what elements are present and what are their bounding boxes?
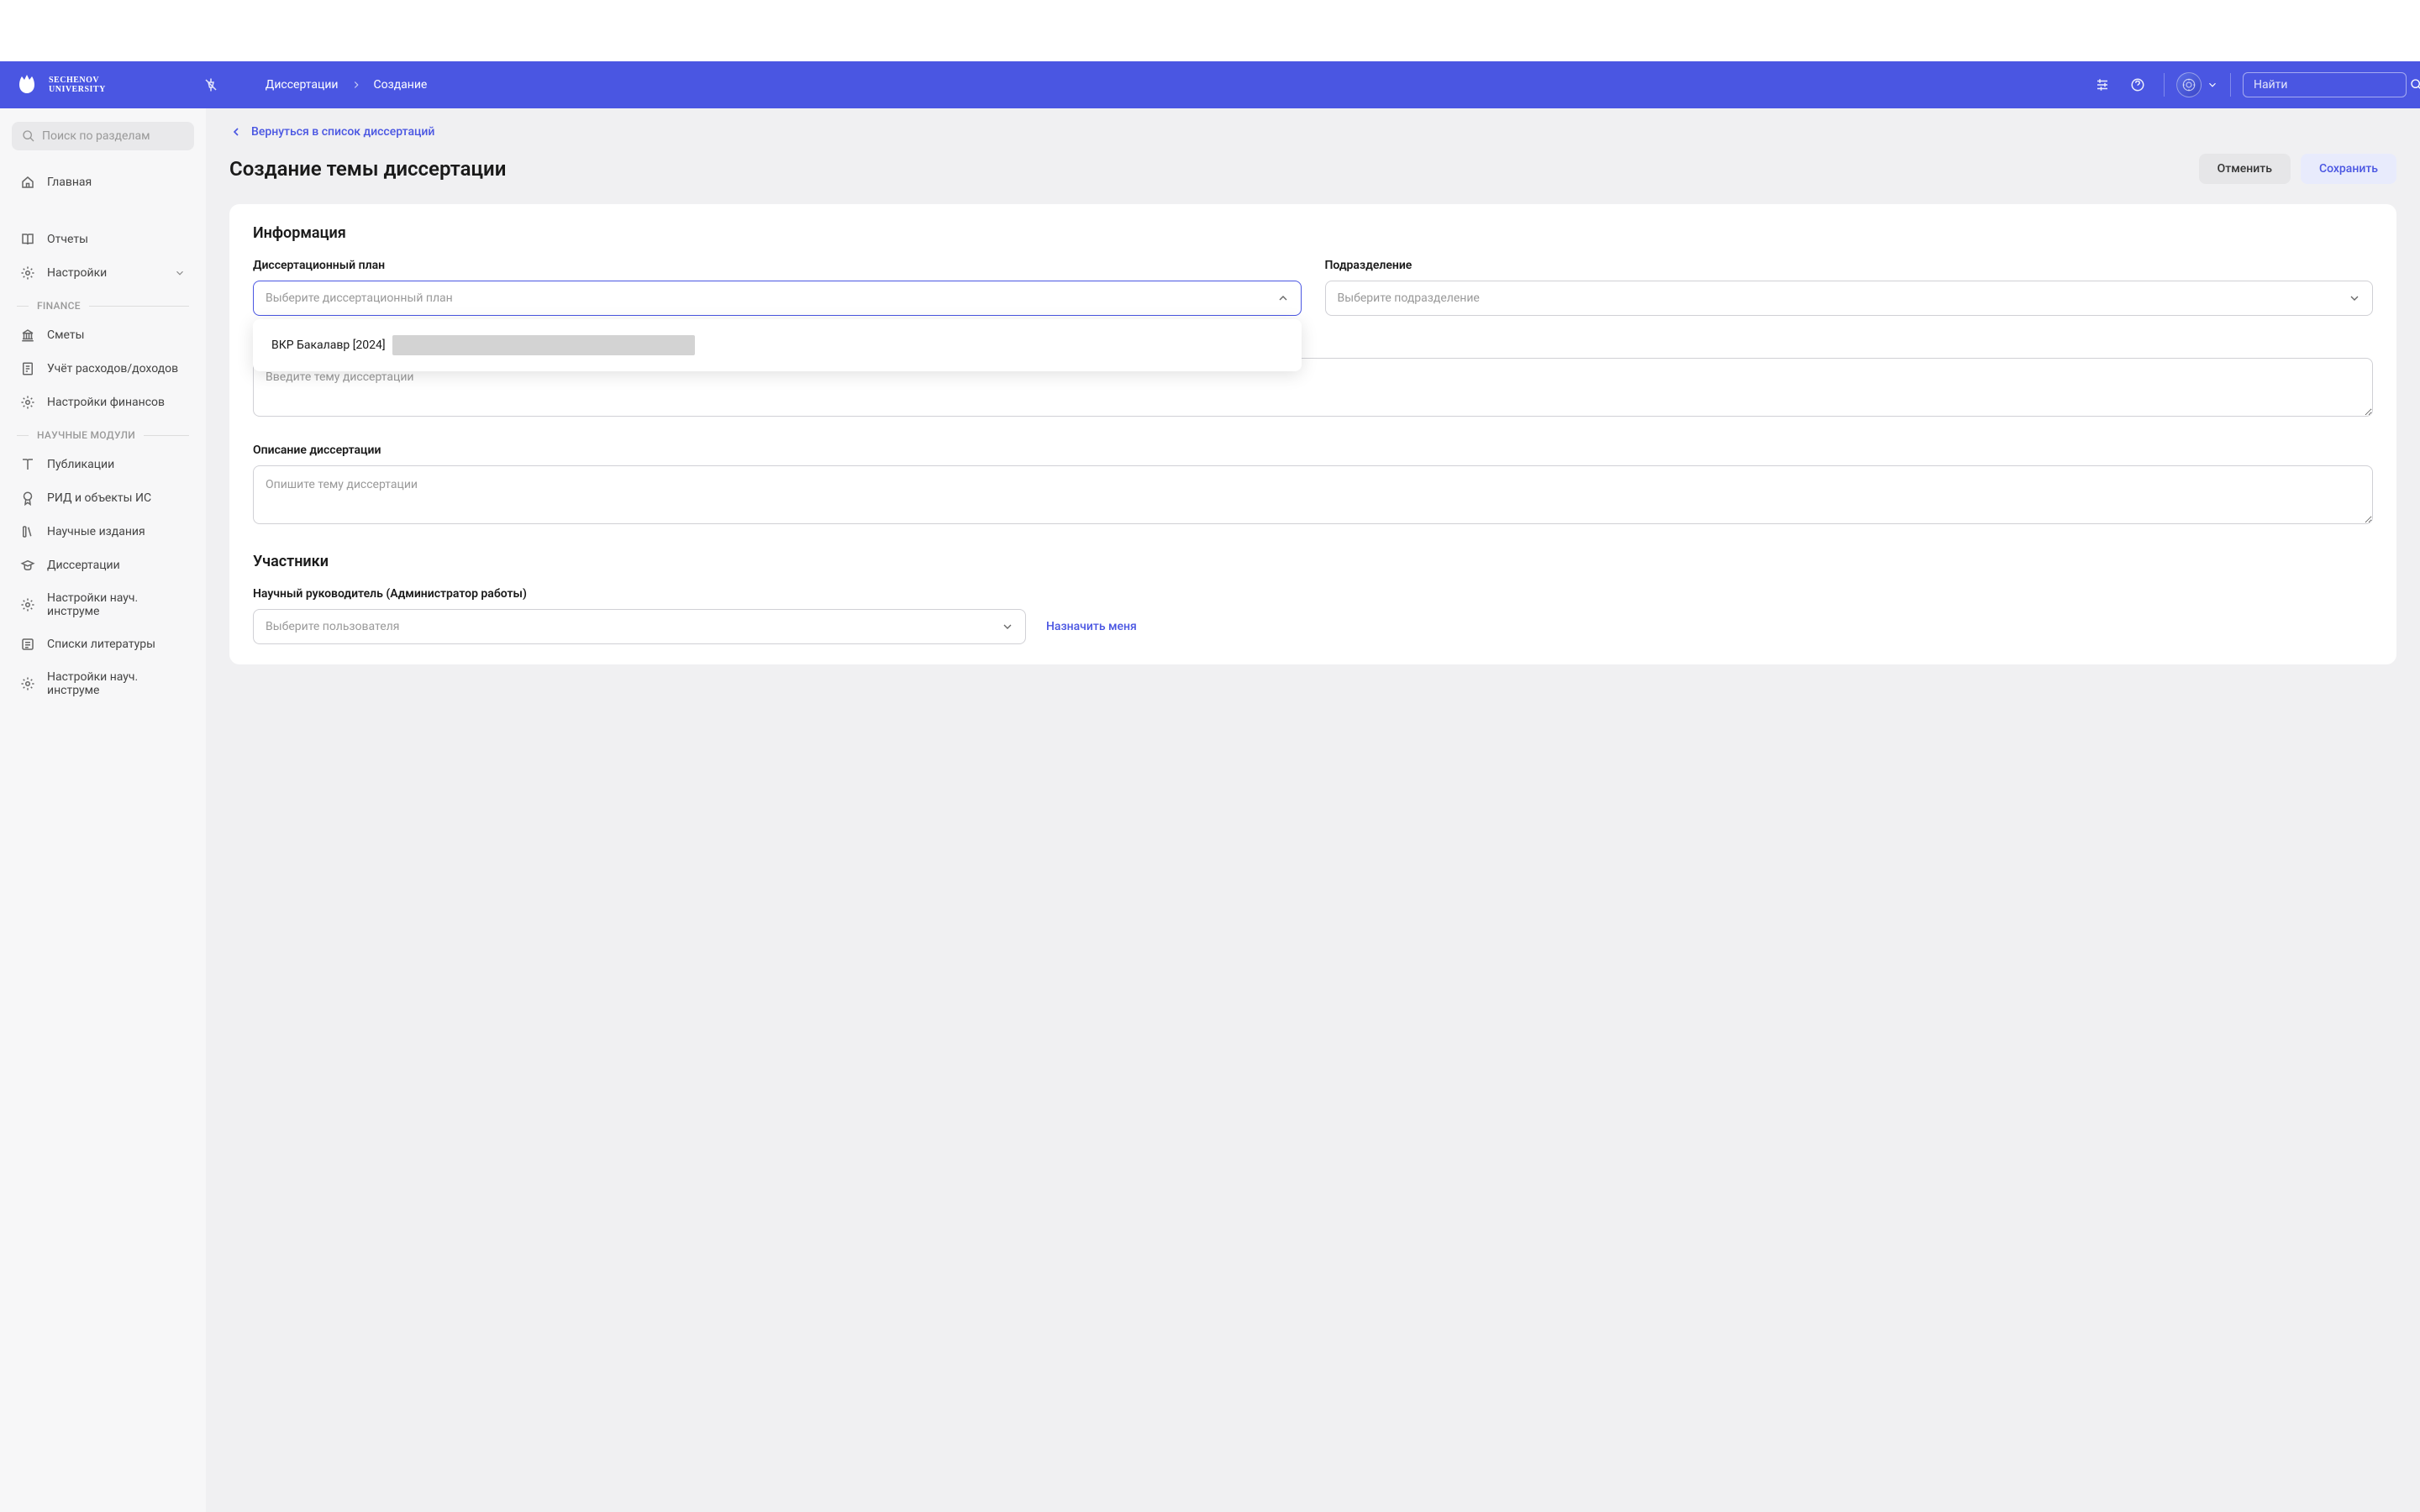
chevron-left-icon xyxy=(229,125,243,139)
sidebar-item-research-settings-2[interactable]: Настройки науч. инструме xyxy=(12,661,194,706)
description-textarea[interactable] xyxy=(253,465,2373,524)
header-actions xyxy=(2088,71,2407,99)
sidebar-group-finance: FINANCE xyxy=(12,290,194,318)
supervisor-label: Научный руководитель (Администратор рабо… xyxy=(253,587,2373,601)
cancel-button[interactable]: Отменить xyxy=(2199,154,2291,184)
redacted-text xyxy=(392,335,695,355)
divider xyxy=(2230,73,2231,97)
breadcrumb-item-dissertations[interactable]: Диссертации xyxy=(266,78,339,92)
plan-select[interactable]: Выберите диссертационный план xyxy=(253,281,1302,316)
nav-label: Настройки науч. инструме xyxy=(47,670,186,697)
help-button[interactable] xyxy=(2123,71,2152,99)
nav-label: Главная xyxy=(47,176,92,189)
sidebar-item-research-settings[interactable]: Настройки науч. инструме xyxy=(12,582,194,627)
nav-label: Настройки науч. инструме xyxy=(47,591,186,618)
sidebar-item-accounting[interactable]: Учёт расходов/доходов xyxy=(12,352,194,386)
gear-icon xyxy=(20,265,35,281)
sidebar-item-ip-objects[interactable]: РИД и объекты ИС xyxy=(12,481,194,515)
global-search[interactable] xyxy=(2243,72,2407,97)
search-icon xyxy=(2410,78,2420,92)
chevron-down-icon xyxy=(2207,79,2218,91)
nav-label: Диссертации xyxy=(47,559,120,572)
nav-label: Сметы xyxy=(47,328,84,342)
assign-me-link[interactable]: Назначить меня xyxy=(1046,620,1137,633)
plan-label: Диссертационный план xyxy=(253,259,1302,272)
logo-icon xyxy=(13,71,40,98)
sidebar-item-publications[interactable]: Публикации xyxy=(12,448,194,481)
save-button[interactable]: Сохранить xyxy=(2301,154,2396,184)
main-content: Вернуться в список диссертаций Создание … xyxy=(206,108,2420,1512)
nav-label: Научные издания xyxy=(47,525,145,538)
bank-icon xyxy=(20,328,35,343)
section-title-participants: Участники xyxy=(253,553,2373,570)
nav-label: Учёт расходов/доходов xyxy=(47,362,178,375)
book-icon xyxy=(20,457,35,472)
settings-button[interactable] xyxy=(2088,71,2117,99)
nav-label: Публикации xyxy=(47,458,114,471)
page-title: Создание темы диссертации xyxy=(229,157,506,181)
nav-label: Настройки финансов xyxy=(47,396,165,409)
page-header: Создание темы диссертации Отменить Сохра… xyxy=(229,154,2396,184)
nav-label: Настройки xyxy=(47,266,107,280)
book-icon xyxy=(20,232,35,247)
gear-icon xyxy=(20,597,35,612)
breadcrumb-item-create[interactable]: Создание xyxy=(374,78,428,92)
nav-label: Отчеты xyxy=(47,233,88,246)
chevron-down-icon xyxy=(174,267,186,279)
sliders-icon xyxy=(2095,77,2110,92)
nav-label: РИД и объекты ИС xyxy=(47,491,151,505)
breadcrumb: Диссертации Создание xyxy=(266,78,428,92)
plan-option[interactable]: ВКР Бакалавр [2024] xyxy=(258,324,1297,366)
search-icon xyxy=(22,129,35,143)
department-select[interactable]: Выберите подразделение xyxy=(1325,281,2374,316)
global-search-input[interactable] xyxy=(2254,78,2403,92)
info-card: Информация Диссертационный план Выберите… xyxy=(229,204,2396,664)
sidebar-item-finance-settings[interactable]: Настройки финансов xyxy=(12,386,194,419)
user-menu[interactable] xyxy=(2176,72,2218,97)
sidebar-group-research: НАУЧНЫЕ МОДУЛИ xyxy=(12,419,194,448)
graduation-icon xyxy=(20,558,35,573)
chevron-right-icon xyxy=(350,79,362,91)
sidebar-item-bibliography[interactable]: Списки литературы xyxy=(12,627,194,661)
sidebar-item-home[interactable]: Главная xyxy=(12,165,194,199)
page-actions: Отменить Сохранить xyxy=(2199,154,2396,184)
help-icon xyxy=(2130,77,2145,92)
sidebar-item-dissertations[interactable]: Диссертации xyxy=(12,549,194,582)
list-icon xyxy=(20,637,35,652)
logo[interactable]: SECHENOV UNIVERSITY xyxy=(13,71,106,98)
back-link[interactable]: Вернуться в список диссертаций xyxy=(229,125,2396,139)
gear-icon xyxy=(20,676,35,691)
department-label: Подразделение xyxy=(1325,259,2374,272)
sidebar-search[interactable] xyxy=(12,122,194,150)
pin-toggle-button[interactable] xyxy=(198,72,224,97)
award-icon xyxy=(20,491,35,506)
pin-icon xyxy=(203,77,218,92)
section-title-info: Информация xyxy=(253,224,2373,242)
sidebar: Главная Отчеты Настройки FINANCE xyxy=(0,108,206,1512)
supervisor-select[interactable]: Выберите пользователя xyxy=(253,609,1026,644)
plan-dropdown: ВКР Бакалавр [2024] xyxy=(253,319,1302,371)
sidebar-item-estimates[interactable]: Сметы xyxy=(12,318,194,352)
divider xyxy=(2164,73,2165,97)
sidebar-search-input[interactable] xyxy=(42,129,192,143)
top-header: SECHENOV UNIVERSITY Диссертации Создание xyxy=(0,61,2420,108)
sidebar-item-journals[interactable]: Научные издания xyxy=(12,515,194,549)
avatar xyxy=(2176,72,2202,97)
receipt-icon xyxy=(20,361,35,376)
description-label: Описание диссертации xyxy=(253,444,2373,457)
nav-label: Списки литературы xyxy=(47,638,155,651)
home-icon xyxy=(20,175,35,190)
books-icon xyxy=(20,524,35,539)
sidebar-item-reports[interactable]: Отчеты xyxy=(12,223,194,256)
sidebar-item-settings[interactable]: Настройки xyxy=(12,256,194,290)
logo-text: SECHENOV UNIVERSITY xyxy=(49,76,106,94)
gear-icon xyxy=(20,395,35,410)
